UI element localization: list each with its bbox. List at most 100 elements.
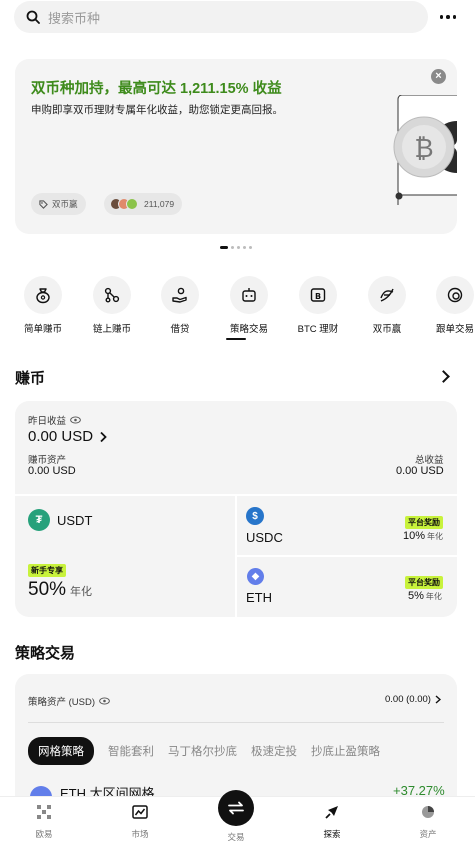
divider (237, 555, 457, 557)
more-icon[interactable] (436, 6, 460, 28)
banner-tag-label: 双币赢 (52, 199, 78, 209)
tag-icon (39, 199, 48, 209)
category-onchain-earn[interactable]: 链上赚币 (82, 276, 142, 335)
search-icon (26, 10, 40, 24)
eye-icon[interactable] (99, 697, 110, 705)
tab-martingale[interactable]: 马丁格尔抄底 (168, 743, 237, 759)
tab-dip-take-profit[interactable]: 抄底止盈策略 (311, 743, 380, 759)
divider (28, 722, 444, 723)
yesterday-label-text: 昨日收益 (28, 416, 67, 427)
strategy-assets-label-text: 策略资产 (USD) (28, 697, 96, 708)
close-icon[interactable]: × (431, 69, 446, 84)
earn-section-title: 赚币 (15, 370, 46, 387)
bitcoin-coin-illustration: ✦ ₿ (393, 95, 457, 205)
chevron-right-icon (100, 431, 107, 442)
category-btc-finance[interactable]: B BTC 理财 (288, 276, 348, 335)
category-label: BTC 理财 (297, 324, 339, 335)
yesterday-earnings-label: 昨日收益 (28, 413, 81, 427)
nav-label: 欧易 (35, 829, 53, 839)
eye-icon[interactable] (70, 416, 81, 424)
participants-pill: 211,079 (104, 193, 183, 215)
category-active-indicator (226, 338, 246, 340)
total-earnings-label: 总收益 (415, 455, 444, 466)
nav-label: 探索 (323, 829, 341, 839)
banner-title: 双币种加持，最高可达 1,211.15% 收益 (31, 81, 282, 97)
category-strategy-trading[interactable]: 策略交易 (219, 276, 279, 335)
nav-label: 市场 (131, 829, 149, 839)
category-copy-trading[interactable]: 跟单交易 (425, 276, 475, 335)
usdc-apy-value: 10% (403, 530, 426, 542)
bot-icon (242, 288, 256, 302)
avatar-group (110, 198, 140, 210)
strategy-tabs: 网格策略 智能套利 马丁格尔抄底 极速定投 抄底止盈策略 (28, 737, 380, 765)
yesterday-earnings-value[interactable]: 0.00 USD (28, 428, 107, 445)
eth-apy: 5% 年化 (408, 590, 442, 602)
category-loan[interactable]: 借贷 (150, 276, 210, 335)
tab-grid-strategy[interactable]: 网格策略 (28, 737, 94, 765)
tab-recurring-buy[interactable]: 极速定投 (251, 743, 297, 759)
nav-label: 交易 (227, 832, 245, 842)
banner-description: 申购即享双币理财专属年化收益，助您锁定更高回报。 (31, 104, 283, 116)
pie-chart-icon (422, 806, 434, 818)
chart-icon (132, 805, 148, 819)
strategy-assets-label: 策略资产 (USD) (28, 694, 110, 708)
category-simple-earn[interactable]: 简单赚币 (13, 276, 73, 335)
strategy-assets-value-text: 0.00 (0.00) (385, 694, 431, 705)
yesterday-value-text: 0.00 USD (28, 428, 94, 445)
usdt-apy: 50% 年化 (28, 579, 92, 601)
eth-badge: 平台奖励 (405, 576, 443, 589)
category-label: 策略交易 (229, 324, 268, 335)
search-placeholder: 搜索币种 (48, 10, 101, 26)
eth-name: ETH (246, 590, 272, 605)
strategy-section-title: 策略交易 (15, 645, 76, 662)
category-label: 双币赢 (372, 324, 402, 335)
nav-okx[interactable]: 欧易 (19, 805, 69, 840)
bottom-nav: 欧易 市场 交易 探索 资产 (0, 790, 475, 844)
eth-apy-unit: 年化 (425, 592, 442, 601)
total-earnings-value: 0.00 USD (396, 465, 444, 477)
usdt-name: USDT (57, 513, 93, 528)
category-label: 借贷 (170, 324, 190, 335)
swap-arrows-icon (228, 801, 244, 815)
eth-apy-value: 5% (408, 590, 424, 602)
nav-market[interactable]: 市场 (115, 805, 165, 840)
money-bag-icon (36, 288, 50, 304)
okx-logo-icon (37, 805, 51, 819)
earn-assets-value: 0.00 USD (28, 465, 76, 477)
usdc-apy: 10% 年化 (403, 530, 443, 542)
usdt-apy-value: 50% (28, 579, 67, 600)
svg-text:₿: ₿ (414, 134, 433, 164)
chevron-right-icon (435, 695, 441, 704)
strategy-assets-value[interactable]: 0.00 (0.00) (385, 694, 441, 705)
banner-tag[interactable]: 双币赢 (31, 193, 86, 215)
earn-assets-label: 赚币资产 (28, 455, 67, 466)
carousel-indicator[interactable] (220, 246, 252, 249)
search-bar[interactable]: 搜索币种 (14, 1, 428, 33)
nav-label: 资产 (419, 829, 437, 839)
eth-coin-icon: ◆ (247, 568, 264, 585)
participants-count: 211,079 (144, 199, 175, 209)
earn-card[interactable]: 昨日收益 0.00 USD 赚币资产 0.00 USD 总收益 0.00 USD… (15, 401, 457, 617)
chain-nodes-icon (104, 287, 120, 303)
chevron-right-icon[interactable] (437, 370, 450, 383)
usdc-apy-unit: 年化 (427, 532, 444, 541)
usdt-apy-unit: 年化 (70, 586, 93, 598)
usdt-badge: 新手专享 (28, 564, 66, 577)
dual-coin-icon (380, 288, 394, 302)
usdc-name: USDC (246, 530, 283, 545)
usdc-coin-icon: $ (246, 507, 264, 525)
tab-smart-arbitrage[interactable]: 智能套利 (108, 743, 154, 759)
nav-assets[interactable]: 资产 (403, 805, 453, 840)
nav-explore[interactable]: 探索 (307, 805, 357, 840)
category-label: 跟单交易 (435, 324, 474, 335)
usdc-badge: 平台奖励 (405, 516, 443, 529)
nav-trade-button[interactable] (218, 790, 254, 826)
loan-hand-icon (172, 287, 187, 303)
copy-trade-icon (447, 287, 463, 303)
category-label: 链上赚币 (92, 324, 131, 335)
promo-banner[interactable]: 双币种加持，最高可达 1,211.15% 收益 申购即享双币理财专属年化收益，助… (15, 59, 457, 234)
svg-text:B: B (315, 292, 321, 301)
usdt-coin-icon: ₮ (28, 509, 50, 531)
compass-icon (325, 806, 338, 819)
category-dual-investment[interactable]: 双币赢 (357, 276, 417, 335)
